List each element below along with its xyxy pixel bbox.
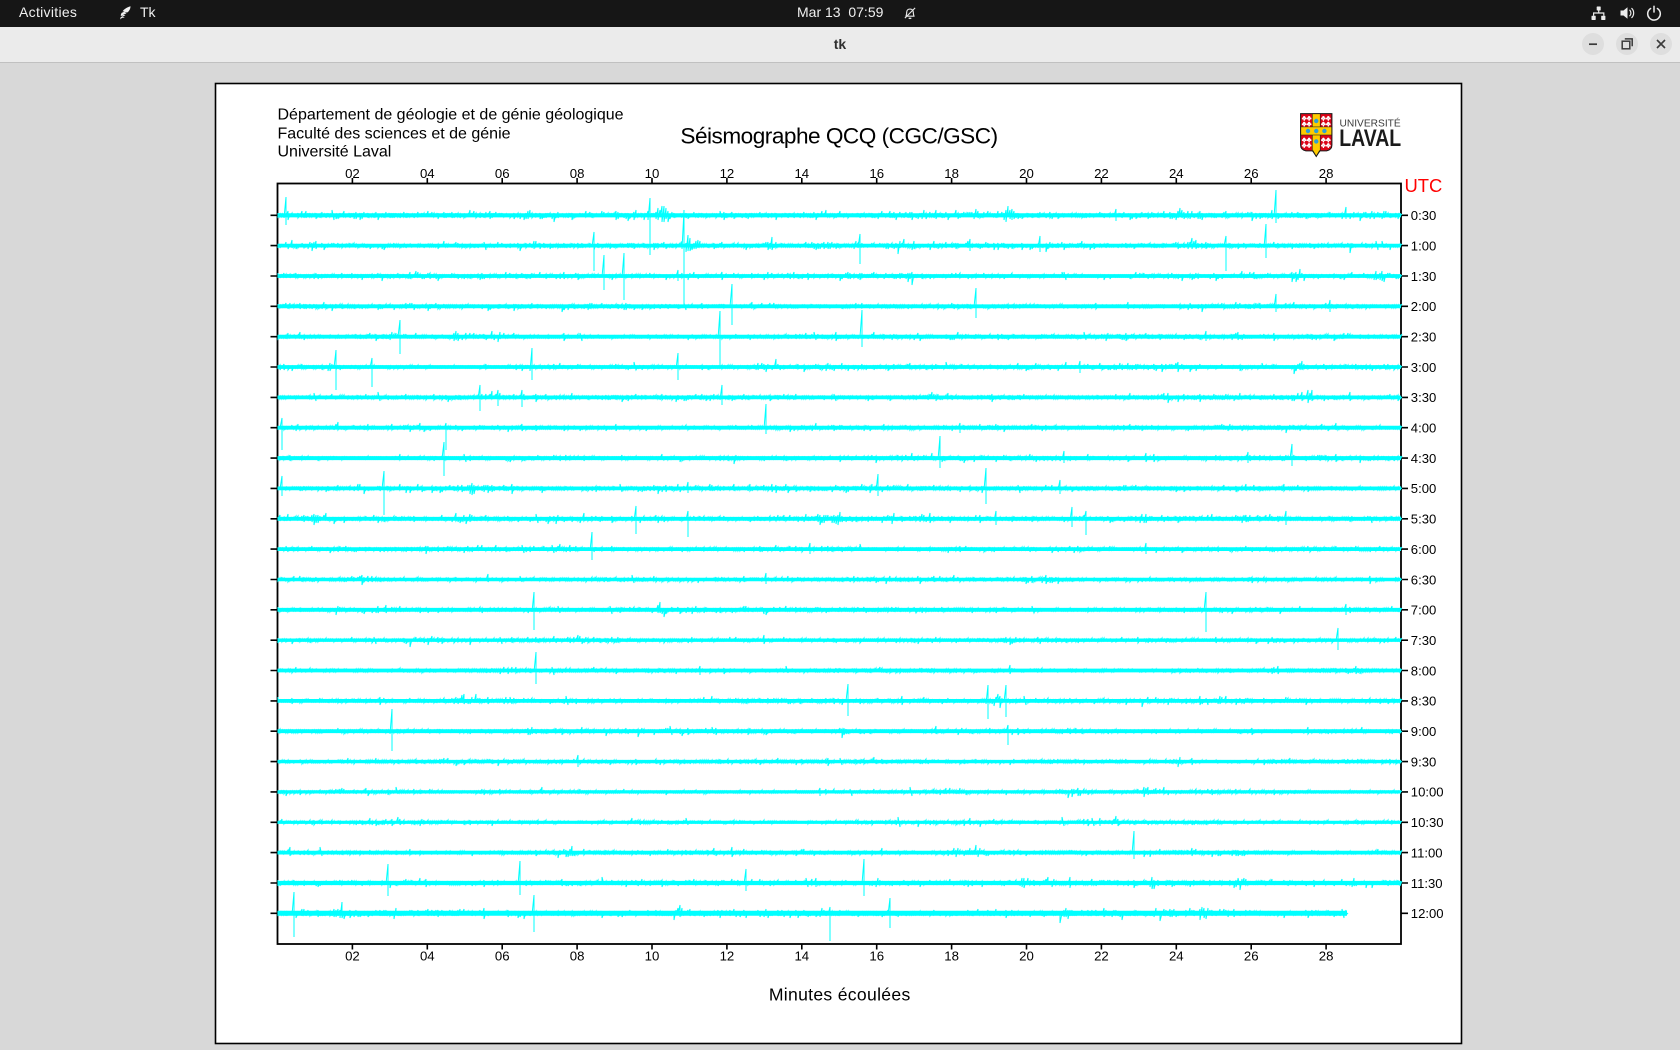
svg-text:9:00: 9:00 bbox=[1411, 724, 1436, 739]
svg-text:5:00: 5:00 bbox=[1411, 481, 1436, 496]
svg-text:Minutes écoulées: Minutes écoulées bbox=[769, 985, 911, 1005]
svg-text:6:30: 6:30 bbox=[1411, 572, 1436, 587]
svg-text:Département de géologie et de: Département de géologie et de génie géol… bbox=[278, 106, 624, 123]
svg-text:08: 08 bbox=[570, 949, 585, 964]
svg-text:06: 06 bbox=[495, 949, 510, 964]
svg-text:04: 04 bbox=[420, 166, 435, 181]
svg-text:28: 28 bbox=[1319, 166, 1334, 181]
svg-text:24: 24 bbox=[1169, 166, 1184, 181]
svg-text:18: 18 bbox=[944, 949, 959, 964]
svg-text:3:00: 3:00 bbox=[1411, 360, 1436, 375]
svg-text:4:30: 4:30 bbox=[1411, 451, 1436, 466]
svg-text:18: 18 bbox=[944, 166, 959, 181]
svg-text:7:00: 7:00 bbox=[1411, 603, 1436, 618]
svg-text:11:00: 11:00 bbox=[1411, 845, 1443, 860]
svg-text:26: 26 bbox=[1244, 166, 1259, 181]
svg-text:10:30: 10:30 bbox=[1411, 815, 1444, 830]
svg-text:04: 04 bbox=[420, 949, 435, 964]
svg-text:28: 28 bbox=[1319, 949, 1334, 964]
svg-text:16: 16 bbox=[869, 949, 884, 964]
svg-text:6:00: 6:00 bbox=[1411, 542, 1436, 557]
svg-text:26: 26 bbox=[1244, 949, 1259, 964]
svg-text:2:00: 2:00 bbox=[1411, 299, 1436, 314]
svg-text:1:00: 1:00 bbox=[1411, 238, 1436, 253]
svg-text:7:30: 7:30 bbox=[1411, 633, 1436, 648]
svg-text:12:00: 12:00 bbox=[1411, 906, 1444, 921]
svg-text:9:30: 9:30 bbox=[1411, 754, 1436, 769]
svg-text:10:00: 10:00 bbox=[1411, 785, 1444, 800]
svg-text:20: 20 bbox=[1019, 166, 1034, 181]
svg-text:10: 10 bbox=[645, 166, 660, 181]
svg-text:8:30: 8:30 bbox=[1411, 694, 1436, 709]
svg-text:06: 06 bbox=[495, 166, 510, 181]
svg-text:12: 12 bbox=[720, 166, 735, 181]
svg-text:14: 14 bbox=[794, 949, 809, 964]
svg-text:5:30: 5:30 bbox=[1411, 512, 1436, 527]
svg-text:20: 20 bbox=[1019, 949, 1034, 964]
svg-text:12: 12 bbox=[720, 949, 735, 964]
svg-text:2:30: 2:30 bbox=[1411, 330, 1436, 345]
svg-text:22: 22 bbox=[1094, 166, 1109, 181]
svg-text:UTC: UTC bbox=[1405, 175, 1443, 196]
svg-text:10: 10 bbox=[645, 949, 660, 964]
svg-text:11:30: 11:30 bbox=[1411, 876, 1443, 891]
svg-text:3:30: 3:30 bbox=[1411, 390, 1436, 405]
svg-text:02: 02 bbox=[345, 166, 360, 181]
svg-text:22: 22 bbox=[1094, 949, 1109, 964]
svg-text:16: 16 bbox=[869, 166, 884, 181]
svg-text:0:30: 0:30 bbox=[1411, 208, 1436, 223]
svg-text:Faculté des sciences et de gén: Faculté des sciences et de génie bbox=[278, 125, 511, 142]
svg-text:08: 08 bbox=[570, 166, 585, 181]
svg-text:8:00: 8:00 bbox=[1411, 663, 1436, 678]
svg-text:1:30: 1:30 bbox=[1411, 269, 1436, 284]
svg-text:LAVAL: LAVAL bbox=[1339, 125, 1401, 152]
svg-text:02: 02 bbox=[345, 949, 360, 964]
svg-text:14: 14 bbox=[794, 166, 809, 181]
svg-text:Université Laval: Université Laval bbox=[278, 144, 392, 161]
svg-text:Séismographe QCQ (CGC/GSC): Séismographe QCQ (CGC/GSC) bbox=[680, 124, 997, 149]
svg-text:4:00: 4:00 bbox=[1411, 421, 1436, 436]
svg-text:24: 24 bbox=[1169, 949, 1184, 964]
